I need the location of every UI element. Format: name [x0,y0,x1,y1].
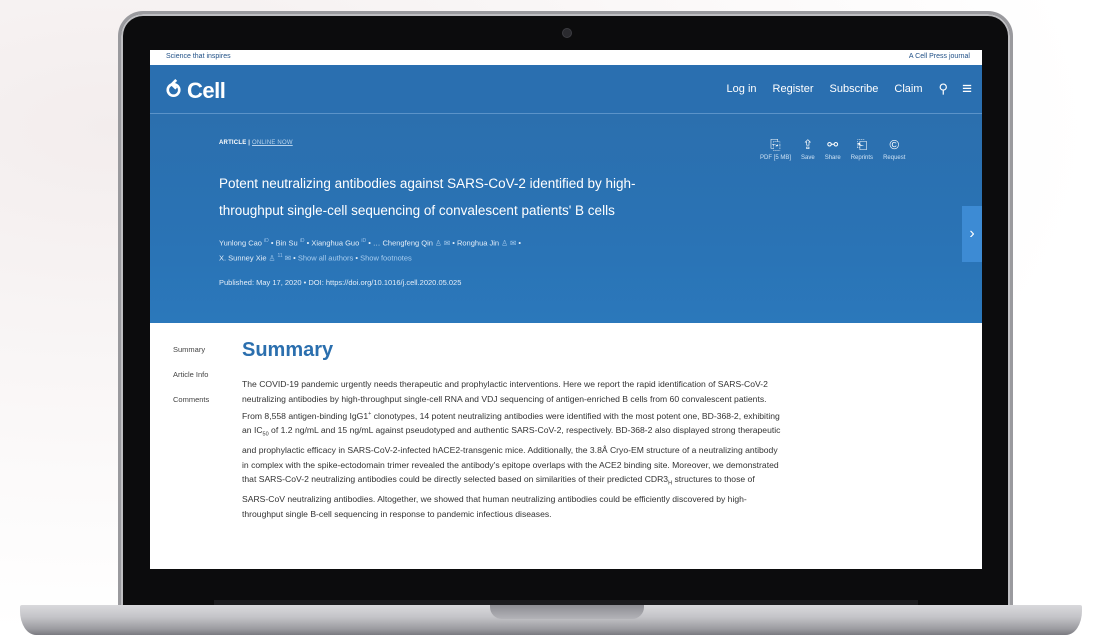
save-button[interactable]: ⇪ Save [801,137,815,161]
person-icon: ♙ [501,238,508,248]
orcid-icon[interactable]: iD [300,238,305,244]
email-icon[interactable]: ✉ [285,253,291,262]
share-icon: ⚯ [827,137,839,152]
laptop-opening-notch [490,605,644,619]
person-icon: ♙ [268,253,276,262]
online-now-link[interactable]: ONLINE NOW [252,140,293,146]
author[interactable]: Ronghua Jin [457,239,499,248]
browser-screen: Science that inspires A Cell Press journ… [150,50,982,569]
email-icon[interactable]: ✉ [444,239,450,248]
section-nav: Summary Article Info Comments [173,345,209,420]
share-button[interactable]: ⚯ Share [825,137,841,161]
article-header: ARTICLE | ONLINE NOW Potent neutralizing… [150,113,982,323]
orcid-icon[interactable]: iD [264,238,269,244]
section-nav-article-info[interactable]: Article Info [173,370,209,379]
author[interactable]: Yunlong Cao [219,239,262,248]
doi-link[interactable]: DOI: https://doi.org/10.1016/j.cell.2020… [308,278,461,287]
orcid-icon[interactable]: iD [361,238,366,244]
section-nav-summary[interactable]: Summary [173,345,209,354]
claim-link[interactable]: Claim [894,83,922,95]
publication-info: Published: May 17, 2020 • DOI: https://d… [219,278,462,287]
article-body: Summary Article Info Comments Summary Th… [150,323,982,569]
show-all-authors-link[interactable]: Show all authors [298,253,353,262]
tagline: Science that inspires [166,53,231,60]
published-date: Published: May 17, 2020 [219,278,302,287]
chevron-right-icon: › [969,225,975,242]
cell-logo[interactable]: ⥀ Cell [166,78,226,104]
pdf-button[interactable]: ⎘ PDF [5 MB] [760,137,791,161]
header-nav: Log in Register Subscribe Claim ⚲ ≡ [711,80,972,97]
next-arrow-button[interactable]: › [962,206,982,262]
logo-text: Cell [187,78,226,103]
site-header: ⥀ Cell Log in Register Subscribe Claim ⚲… [150,65,982,113]
section-nav-comments[interactable]: Comments [173,395,209,404]
pdf-label: PDF [5 MB] [760,155,792,161]
save-icon: ⇪ [802,137,814,152]
email-icon[interactable]: ✉ [510,239,516,248]
share-label: Share [824,155,841,161]
request-label: Request [883,155,906,161]
article-tools: ⎘ PDF [5 MB] ⇪ Save ⚯ Share ⎗ Reprints ©… [760,137,915,161]
login-link[interactable]: Log in [727,83,757,95]
camera-icon [563,29,571,37]
save-label: Save [801,155,815,161]
article-type-label: ARTICLE [219,140,247,146]
subscribe-link[interactable]: Subscribe [830,83,879,95]
authors-ellipsis: … [372,238,381,248]
register-link[interactable]: Register [773,83,814,95]
pdf-icon: ⎘ [770,137,781,152]
menu-icon[interactable]: ≡ [962,80,972,97]
author[interactable]: Xianghua Guo [311,239,359,248]
journal-label[interactable]: A Cell Press journal [909,53,970,60]
article-type: ARTICLE | ONLINE NOW [219,140,293,146]
top-strip: Science that inspires A Cell Press journ… [150,50,982,65]
author-list: Yunlong Cao iD • Bin Su iD • Xianghua Gu… [219,238,522,262]
person-icon: ♙ [435,238,442,248]
show-footnotes-link[interactable]: Show footnotes [360,253,412,262]
summary-heading: Summary [242,339,334,361]
summary-text: The COVID-19 pandemic urgently needs the… [242,377,782,521]
author[interactable]: Bin Su [276,239,298,248]
reprints-button[interactable]: ⎗ Reprints [851,137,873,161]
copyright-icon: © [889,137,900,152]
request-button[interactable]: © Request [883,137,905,161]
article-title: Potent neutralizing antibodies against S… [219,176,636,218]
reprints-icon: ⎗ [856,137,868,152]
author[interactable]: Chengfeng Qin [383,239,433,248]
footnote-marker: 11 [277,252,283,259]
author[interactable]: X. Sunney Xie [219,253,267,262]
cell-logo-icon: ⥀ [166,78,182,103]
search-icon[interactable]: ⚲ [939,81,949,97]
reprints-label: Reprints [850,155,874,161]
